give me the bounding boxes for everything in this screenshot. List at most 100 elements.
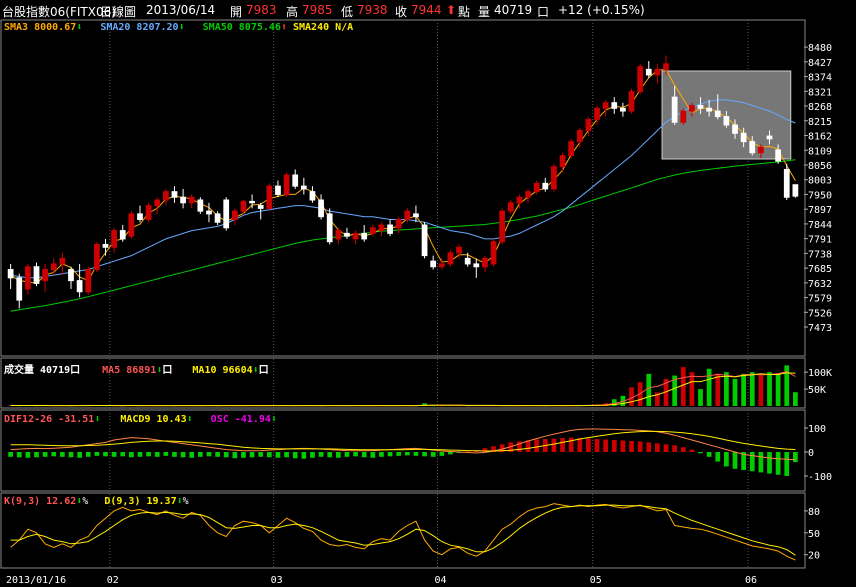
vol-legend: 成交量 40719 [4, 365, 71, 376]
osc-bar [775, 452, 781, 475]
candle-body [525, 191, 531, 198]
volume-bar [706, 368, 712, 406]
osc-bar [387, 452, 393, 457]
osc-bar [266, 452, 272, 458]
candle-body [309, 191, 316, 201]
price-legend: SMA3 8000.67⬇ SMA20 8207.20⬇ SMA50 8075.… [4, 22, 353, 33]
candle-body [361, 232, 368, 240]
volume-bar [758, 375, 764, 406]
y-tick-label: 8268 [808, 102, 832, 113]
y-tick-label: 7685 [808, 264, 832, 275]
candle-body [602, 102, 609, 109]
y-tick-label: 50K [808, 385, 826, 396]
candle-body [456, 246, 462, 254]
sma3-arrow-icon: ⬇ [76, 22, 83, 33]
candle-body [749, 141, 756, 154]
x-tick-label: 2013/01/16 [6, 575, 66, 586]
osc-bar [715, 452, 721, 462]
candle-body [119, 230, 126, 240]
osc-bar [370, 452, 376, 458]
osc-bar [310, 452, 315, 458]
price-panel [0, 19, 806, 357]
osc-bar [784, 452, 790, 476]
y-tick-label: 80 [808, 507, 820, 518]
candle-body [85, 269, 92, 293]
osc-bar [629, 440, 634, 452]
y-tick-label: 8215 [808, 117, 832, 128]
candle-body [620, 107, 626, 112]
y-tick-label: 8056 [808, 161, 832, 172]
ma10-line [10, 372, 796, 407]
osc-bar [77, 452, 82, 458]
y-tick-label: 50 [808, 529, 820, 540]
volume-bar [680, 367, 686, 406]
osc-bar [706, 452, 712, 457]
osc-bar [68, 452, 74, 458]
osc-bar [197, 452, 203, 457]
osc-bar [34, 452, 39, 458]
osc-bar [215, 452, 220, 457]
y-tick-label: 8480 [808, 43, 832, 54]
osc-bar [448, 452, 453, 455]
osc-bar [534, 439, 540, 452]
osc-bar [413, 452, 419, 456]
candle-body [68, 269, 74, 282]
k-legend: K(9,3) 12.62 [4, 496, 77, 507]
sma3-legend: SMA3 8000.67 [4, 22, 77, 33]
osc-bar [335, 452, 341, 458]
candle-body [128, 213, 135, 237]
osc-bar [180, 452, 186, 458]
candle-body [50, 263, 57, 271]
candle-body [404, 210, 411, 220]
osc-bar [241, 452, 246, 458]
osc-bar [611, 440, 617, 452]
candle-body [249, 200, 255, 204]
y-tick-label: 7844 [808, 220, 832, 231]
sma240-legend: SMA240 N/A [293, 22, 354, 33]
candle-body [42, 269, 48, 282]
candle-body [783, 168, 790, 198]
x-tick-label: 04 [434, 575, 446, 586]
osc-bar [8, 452, 13, 457]
ma5-line [10, 371, 796, 407]
candle-body [335, 230, 342, 240]
osc-bar [663, 444, 669, 452]
volume-bar [724, 372, 729, 406]
candle-body [654, 68, 661, 76]
d-legend: D(9,3) 19.37 [104, 496, 177, 507]
macd9-arrow-icon: ⬇ [186, 414, 193, 425]
candle-body [594, 107, 600, 120]
candle-body [611, 102, 618, 109]
candle-body [76, 280, 83, 293]
candle-body [689, 104, 695, 112]
candle-body [680, 110, 687, 123]
osc-bar [422, 452, 427, 457]
macd9-legend: MACD9 10.43 [120, 414, 187, 425]
candle-body [387, 224, 393, 234]
candle-body [145, 205, 152, 220]
candle-body [792, 184, 799, 197]
x-tick-label: 03 [271, 575, 283, 586]
sma50-arrow-icon: ⬆ [280, 22, 287, 33]
volume-bar [775, 373, 781, 406]
candle-body [413, 213, 419, 218]
y-tick-label: 7897 [808, 205, 832, 216]
osc-bar [646, 442, 652, 452]
osc-bar [577, 438, 583, 452]
y-tick-label: 100 [808, 424, 826, 435]
y-tick-label: 7526 [808, 308, 832, 319]
osc-bar [620, 440, 626, 452]
macd-legend: DIF12-26 -31.51⬇ MACD9 10.43⬇ OSC -41.94… [4, 414, 277, 425]
candle-body [266, 185, 273, 209]
osc-bar [680, 447, 686, 452]
sma20-legend: SMA20 8207.20 [100, 22, 179, 33]
candle-body [206, 210, 212, 215]
y-tick-label: -100 [808, 472, 832, 483]
candle-body [257, 205, 264, 209]
volume-bar [741, 373, 747, 406]
candle-body [499, 210, 506, 243]
volume-bar [689, 372, 695, 406]
y-tick-label: 100K [808, 368, 832, 379]
osc-bar [318, 452, 324, 457]
osc-bar [724, 452, 729, 467]
